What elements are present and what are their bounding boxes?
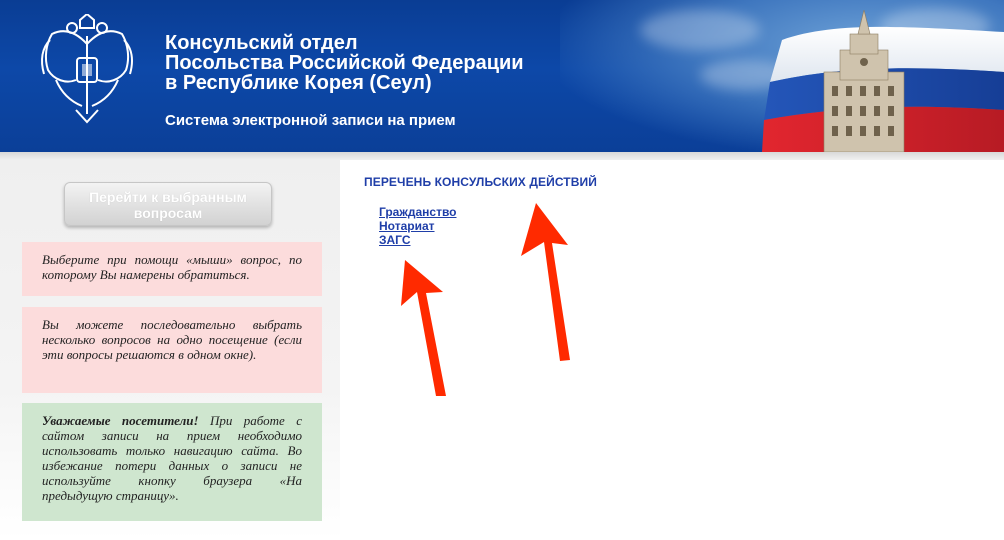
annotation-arrow-title bbox=[521, 203, 570, 361]
site-header: Консульский отдел Посольства Российской … bbox=[0, 0, 1004, 152]
title-line-2: Посольства Российской Федерации bbox=[165, 52, 524, 74]
link-notary[interactable]: Нотариат bbox=[379, 219, 457, 233]
annotation-arrow-links bbox=[401, 260, 446, 396]
consulate-title: Консульский отдел Посольства Российской … bbox=[165, 33, 524, 93]
title-line-1: Консульский отдел bbox=[165, 32, 358, 54]
consular-actions-title: ПЕРЕЧЕНЬ КОНСУЛЬСКИХ ДЕЙСТВИЙ bbox=[364, 175, 597, 189]
warning-heading: Уважаемые посетители! bbox=[42, 413, 199, 428]
link-citizenship[interactable]: Гражданство bbox=[379, 205, 457, 219]
visitor-warning-note: Уважаемые посетители! При работе с сайто… bbox=[22, 403, 322, 521]
cloud bbox=[640, 10, 760, 50]
instruction-note-multiple: Вы можете последовательно выбрать нескол… bbox=[22, 307, 322, 393]
russian-flag-building-image bbox=[762, 10, 1004, 152]
header-divider bbox=[0, 152, 1004, 160]
link-civil-registry[interactable]: ЗАГС bbox=[379, 233, 457, 247]
instruction-note-select: Выберите при помощи «мыши» вопрос, по ко… bbox=[22, 242, 322, 296]
coat-of-arms-icon bbox=[41, 14, 133, 124]
consular-actions-list: Гражданство Нотариат ЗАГС bbox=[379, 205, 457, 247]
goto-selected-questions-button[interactable]: Перейти к выбранным вопросам bbox=[64, 182, 272, 226]
system-subtitle: Система электронной записи на прием bbox=[165, 112, 456, 129]
title-line-3: в Республике Корея (Сеул) bbox=[165, 72, 432, 94]
